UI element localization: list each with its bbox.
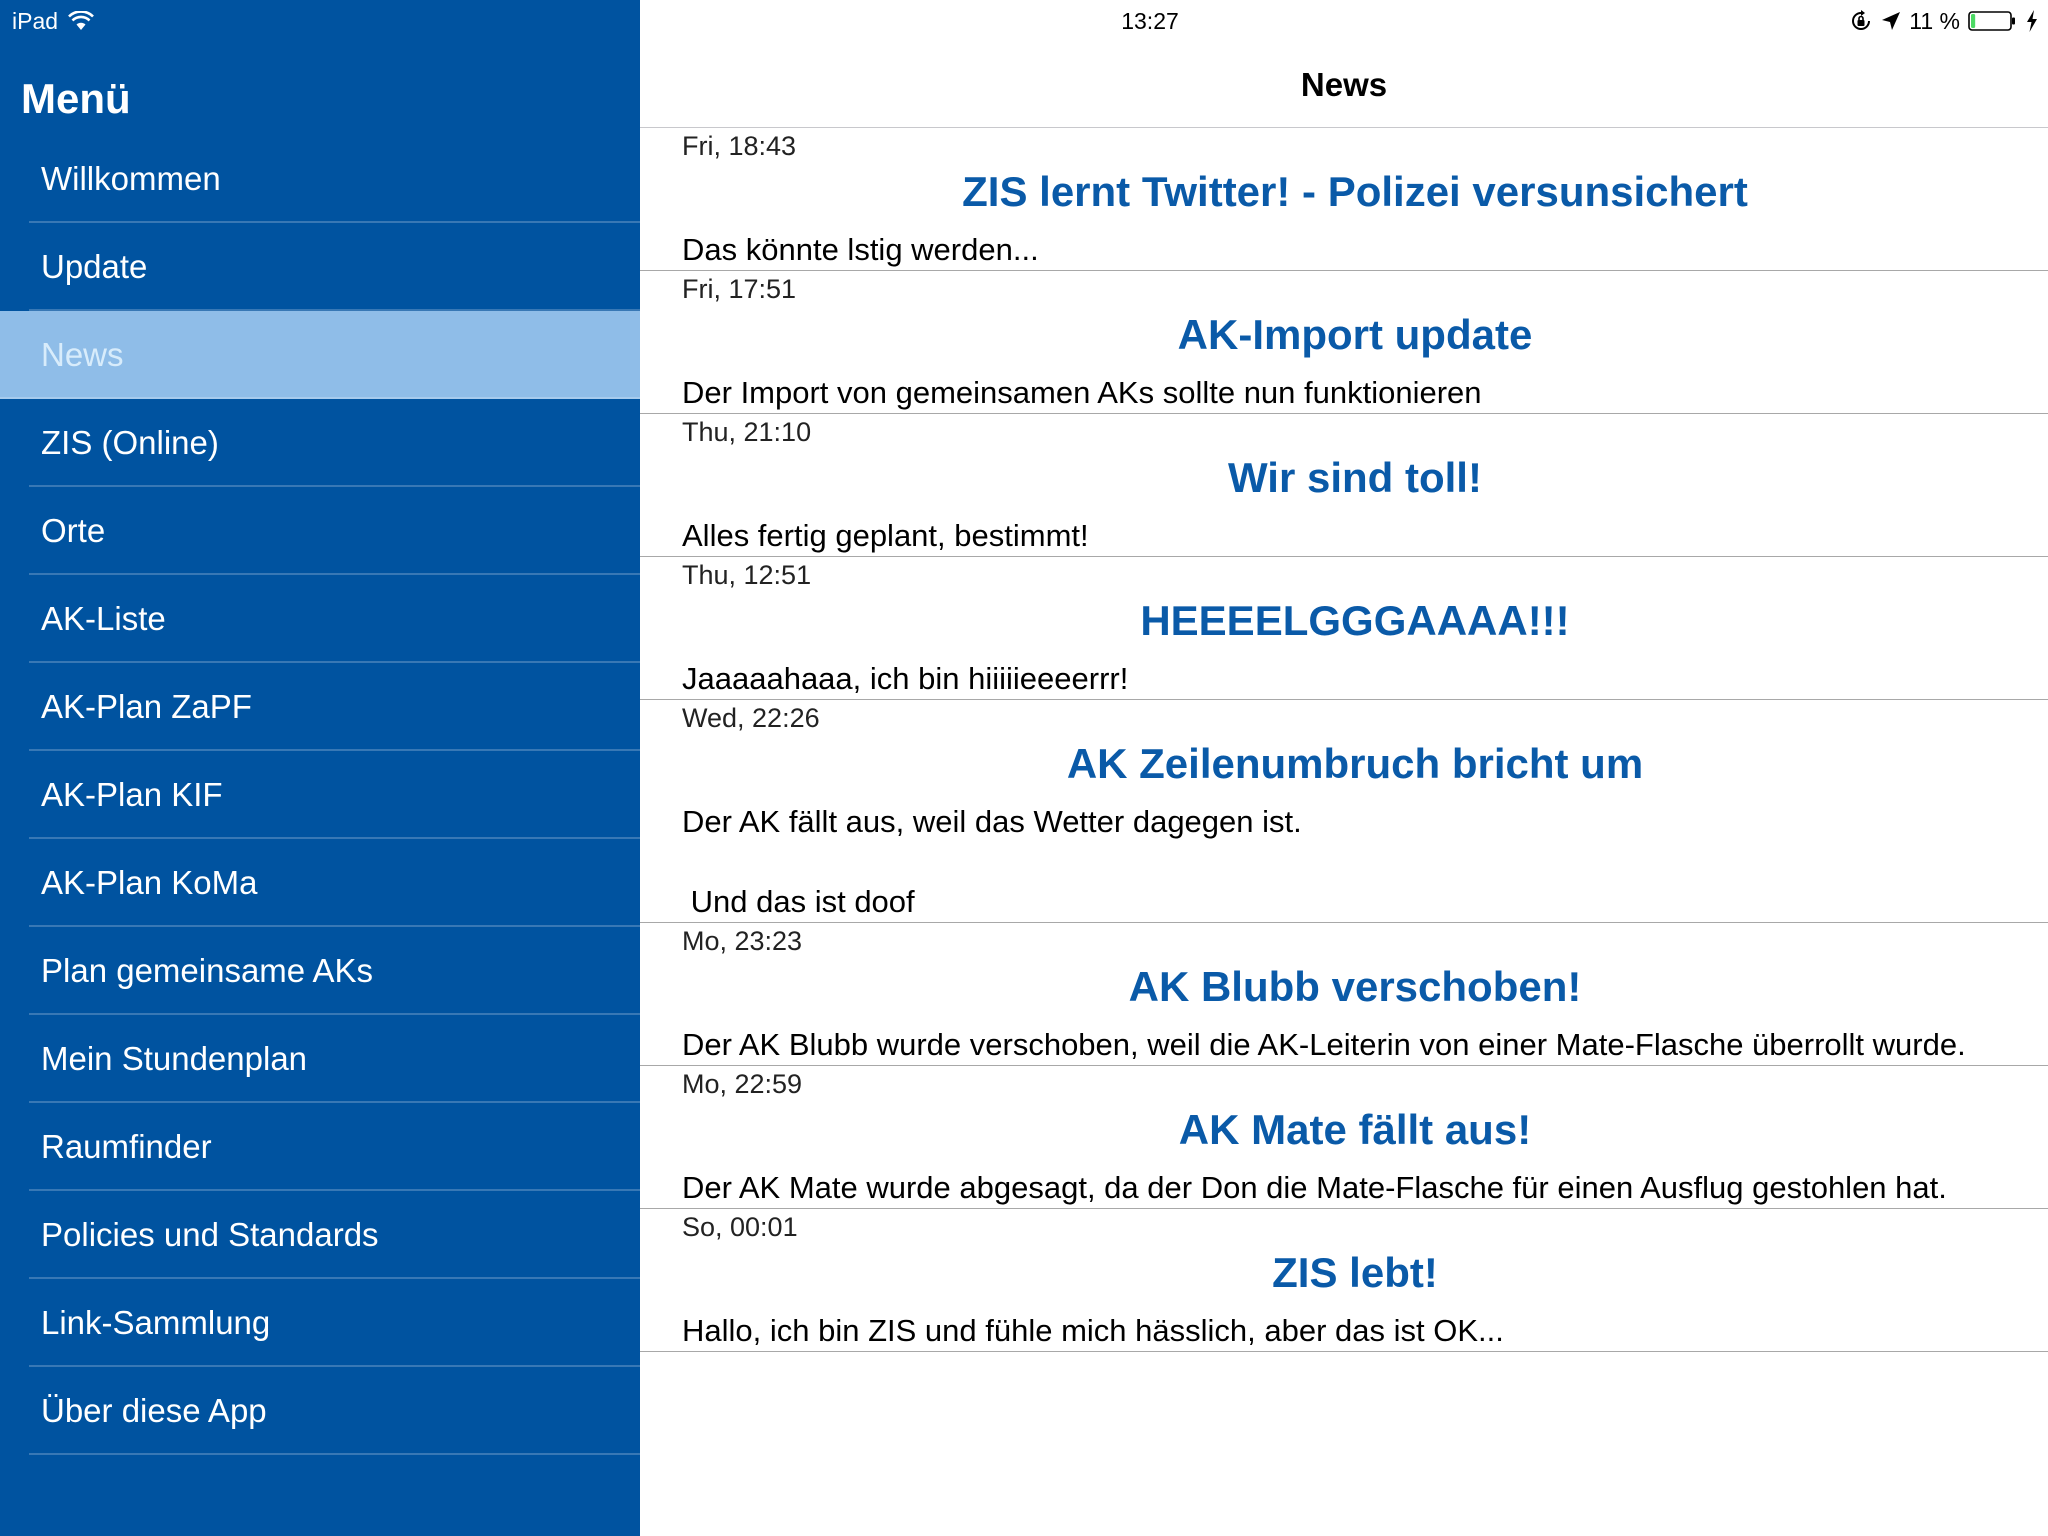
news-body: Hallo, ich bin ZIS und fühle mich hässli… <box>682 1313 1504 1348</box>
sidebar-item[interactable]: Policies und Standards <box>0 1191 640 1279</box>
status-bar-right: 11 % <box>1849 6 2038 36</box>
sidebar-item[interactable]: News <box>0 311 640 399</box>
news-title: Wir sind toll! <box>1228 454 1482 501</box>
charging-bolt-icon <box>2026 10 2038 32</box>
news-date: Wed, 22:26 <box>682 703 820 733</box>
news-item[interactable]: Wed, 22:26 AK Zeilenumbruch bricht um Der … <box>640 700 2048 923</box>
main-panel: 13:27 11 % News Fri, 18:43 ZIS lernt Twi… <box>640 0 2048 1536</box>
sidebar-item[interactable]: Willkommen <box>0 135 640 223</box>
news-item[interactable]: Fri, 18:43 ZIS lernt Twitter! - Polizei v… <box>640 128 2048 271</box>
sidebar-item[interactable]: Raumfinder <box>0 1103 640 1191</box>
news-title: AK-Import update <box>1177 311 1533 358</box>
news-item[interactable]: Mo, 23:23 AK Blubb verschoben! Der AK Blub… <box>640 923 2048 1066</box>
sidebar-item[interactable]: Orte <box>0 487 640 575</box>
sidebar-item[interactable]: AK-Liste <box>0 575 640 663</box>
sidebar-item[interactable]: AK-Plan ZaPF <box>0 663 640 751</box>
status-clock: 13:27 <box>1121 8 1179 34</box>
news-item[interactable]: Thu, 21:10 Wir sind toll! Alles fertig gep… <box>640 414 2048 557</box>
device-label: iPad <box>12 7 59 34</box>
news-list[interactable]: Fri, 18:43 ZIS lernt Twitter! - Polizei v… <box>640 128 2048 1352</box>
news-body: Jaaaaahaaa, ich bin hiiiiieeeerrr! <box>682 661 1129 696</box>
status-bar-left: iPad <box>12 6 94 36</box>
news-title: HEEEELGGGAAAA!!! <box>1140 597 1570 644</box>
menu-list: Willkommen Update News ZIS (Online) Orte AK-L… <box>0 135 640 1455</box>
news-body: Der AK Mate wurde abgesagt, da der Don d… <box>682 1170 1947 1205</box>
news-date: Fri, 18:43 <box>682 131 797 161</box>
news-date: Thu, 12:51 <box>682 560 812 590</box>
sidebar-item[interactable]: ZIS (Online) <box>0 399 640 487</box>
sidebar-item[interactable]: Mein Stundenplan <box>0 1015 640 1103</box>
news-body: Alles fertig geplant, bestimmt! <box>682 518 1089 553</box>
sidebar-item[interactable]: Plan gemeinsame AKs <box>0 927 640 1015</box>
news-date: So, 00:01 <box>682 1212 798 1242</box>
news-date: Mo, 22:59 <box>682 1069 803 1099</box>
sidebar-item[interactable]: AK-Plan KIF <box>0 751 640 839</box>
news-date: Fri, 17:51 <box>682 274 797 304</box>
news-title: ZIS lernt Twitter! - Polizei versunsiche… <box>962 168 1748 215</box>
sidebar-item[interactable]: Über diese App <box>0 1367 640 1455</box>
news-item[interactable]: Mo, 22:59 AK Mate fällt aus! Der AK Mate w… <box>640 1066 2048 1209</box>
news-date: Thu, 21:10 <box>682 417 812 447</box>
menu-title: Menü <box>21 75 131 122</box>
battery-icon <box>1968 10 2018 32</box>
news-item[interactable]: Thu, 12:51 HEEEELGGGAAAA!!! Jaaaaahaaa, ic… <box>640 557 2048 700</box>
wifi-icon <box>68 11 94 31</box>
news-date: Mo, 23:23 <box>682 926 803 956</box>
news-item[interactable]: So, 00:01 ZIS lebt! Hallo, ich bin ZIS und… <box>640 1209 2048 1352</box>
sidebar-item[interactable]: Link-Sammlung <box>0 1279 640 1367</box>
news-body: Der AK fällt aus, weil das Wetter dagege… <box>682 804 1302 919</box>
battery-percent: 11 % <box>1909 7 1960 34</box>
news-body: Der AK Blubb wurde verschoben, weil die … <box>682 1027 1966 1062</box>
news-title: ZIS lebt! <box>1272 1249 1438 1296</box>
news-title: AK Mate fällt aus! <box>1178 1106 1532 1153</box>
location-arrow-icon <box>1881 11 1901 31</box>
page-title: News <box>1300 66 1388 103</box>
sidebar-item[interactable]: AK-Plan KoMa <box>0 839 640 927</box>
sidebar-item[interactable]: Update <box>0 223 640 311</box>
news-title: AK Blubb verschoben! <box>1128 963 1582 1010</box>
news-body: Das könnte lstig werden... <box>682 232 1039 267</box>
rotation-lock-icon <box>1849 9 1873 33</box>
news-body: Der Import von gemeinsamen AKs sollte nu… <box>682 375 1482 410</box>
news-item[interactable]: Fri, 17:51 AK-Import update Der Import von… <box>640 271 2048 414</box>
news-title: AK Zeilenumbruch bricht um <box>1066 740 1644 787</box>
sidebar: iPad Menü Willkommen Update News ZIS (Onlin… <box>0 0 640 1536</box>
